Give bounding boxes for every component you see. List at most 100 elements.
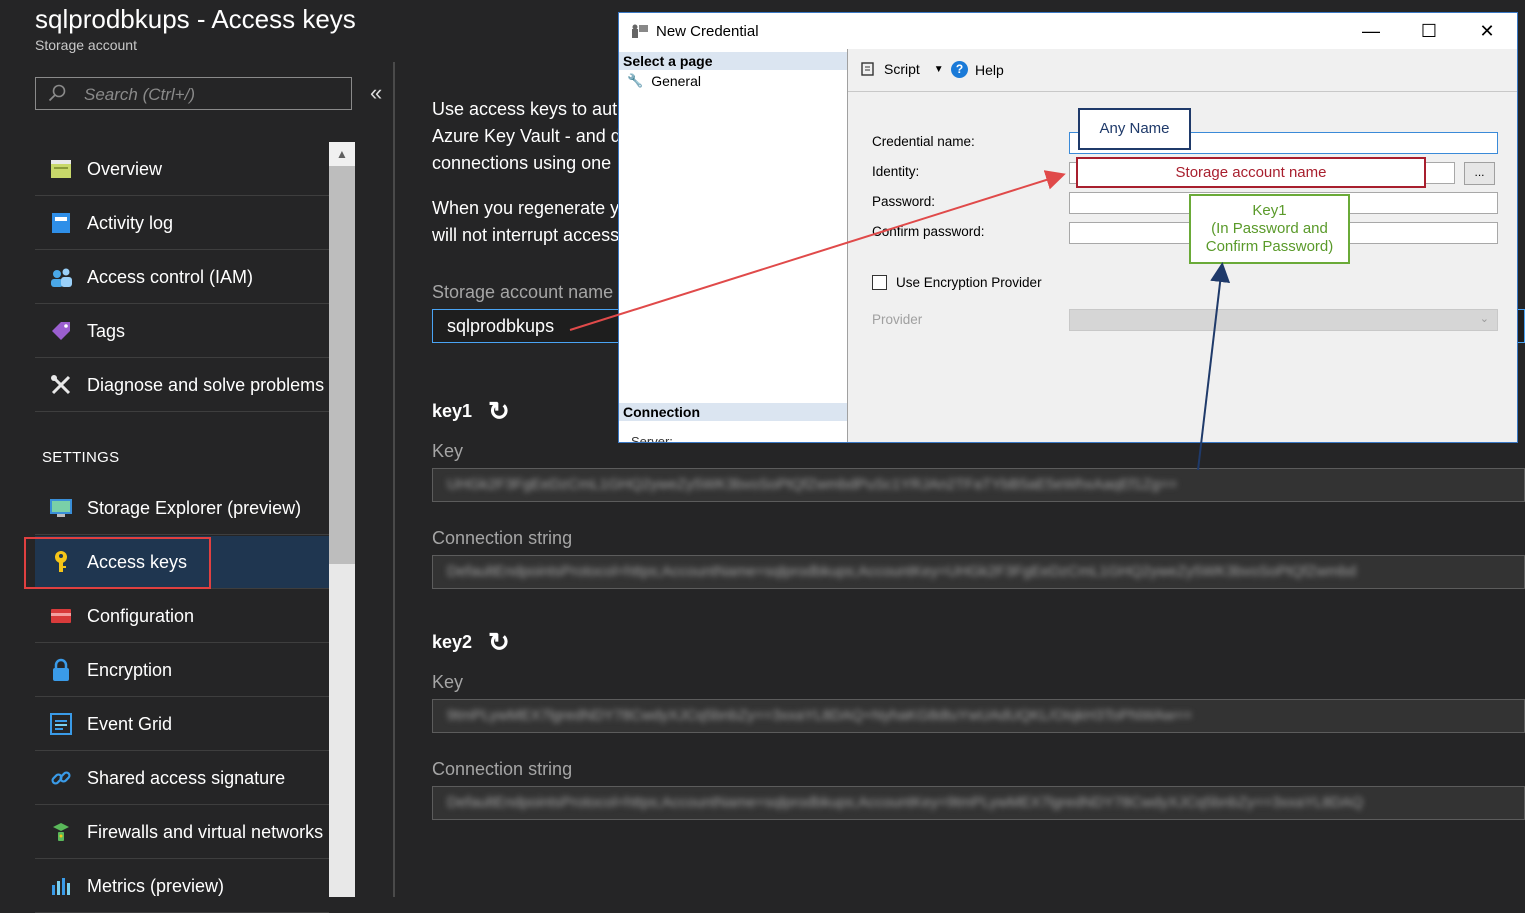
key1-connection-label: Connection string bbox=[432, 528, 573, 548]
key1-connection-field[interactable]: DefaultEndpointsProtocol=https;AccountNa… bbox=[432, 555, 1525, 589]
new-credential-dialog: New Credential — ☐ ✕ Select a page 🔧 Gen… bbox=[618, 12, 1518, 443]
nav-item-label: Activity log bbox=[87, 212, 174, 233]
provider-select[interactable]: ⌄ bbox=[1069, 309, 1498, 331]
confirm-password-label: Confirm password: bbox=[872, 224, 985, 239]
key2-title: key2 bbox=[432, 632, 473, 652]
scroll-up-arrow-icon[interactable]: ▲ bbox=[329, 142, 355, 166]
help-button[interactable]: ? Help bbox=[951, 61, 1004, 78]
key1-key-field[interactable]: UHGk2F3FgEeDzCmL1GHQ2yweZy5WK3bvoSoPtQfZ… bbox=[432, 468, 1525, 502]
configuration-icon bbox=[49, 604, 73, 628]
maximize-button[interactable]: ☐ bbox=[1409, 17, 1449, 45]
nav-item-label: Metrics (preview) bbox=[87, 875, 225, 896]
dialog-title: New Credential bbox=[656, 23, 759, 40]
key1-title: key1 bbox=[432, 401, 473, 421]
script-icon bbox=[861, 62, 874, 76]
nav-item-iam[interactable]: Access control (IAM) bbox=[35, 251, 329, 304]
refresh-key1-icon[interactable]: ↻ bbox=[488, 396, 510, 427]
select-page-header: Select a page bbox=[619, 52, 847, 70]
overview-icon bbox=[49, 157, 73, 181]
wrench-icon bbox=[49, 373, 73, 397]
nav-item-label: Event Grid bbox=[87, 713, 173, 734]
nav-item-shared-access-signature[interactable]: Shared access signature bbox=[35, 752, 329, 805]
chevron-down-icon: ⌄ bbox=[1479, 313, 1489, 325]
wrench-page-icon: 🔧 bbox=[627, 73, 644, 88]
checkbox-box[interactable] bbox=[872, 275, 887, 290]
use-encryption-checkbox[interactable]: Use Encryption Provider bbox=[872, 275, 1042, 290]
firewall-icon bbox=[49, 820, 73, 844]
nav-item-metrics[interactable]: Metrics (preview) bbox=[35, 860, 329, 913]
annotation-key1-line1: Key1 bbox=[1252, 202, 1287, 219]
key1-key-label: Key bbox=[432, 441, 464, 461]
nav-item-label: Encryption bbox=[87, 659, 173, 680]
key1-heading: key1 ↻ bbox=[432, 396, 510, 427]
script-button[interactable]: Script ▼ bbox=[860, 61, 944, 77]
nav-item-overview[interactable]: Overview bbox=[35, 143, 329, 196]
close-button[interactable]: ✕ bbox=[1467, 17, 1507, 45]
key2-key-field[interactable]: 9tmPLywMEX7lgredNDY78CwdyXJCq5bnbZy==3xx… bbox=[432, 699, 1525, 733]
minimize-button[interactable]: — bbox=[1351, 17, 1391, 45]
dialog-titlebar[interactable]: New Credential — ☐ ✕ bbox=[619, 13, 1517, 49]
nav-item-firewalls[interactable]: Firewalls and virtual networks bbox=[35, 806, 329, 859]
metrics-icon bbox=[49, 874, 73, 898]
annotation-any-name: Any Name bbox=[1078, 108, 1191, 150]
identity-label: Identity: bbox=[872, 164, 920, 179]
event-grid-icon bbox=[49, 712, 73, 736]
dialog-page-selector: Select a page 🔧 General Connection Serve… bbox=[619, 49, 848, 442]
nav-item-label: Access control (IAM) bbox=[87, 266, 254, 287]
script-label: Script bbox=[884, 61, 920, 77]
nav-item-label: Configuration bbox=[87, 605, 195, 626]
nav-item-event-grid[interactable]: Event Grid bbox=[35, 698, 329, 751]
regenerate-line-1: When you regenerate y bbox=[432, 198, 620, 218]
key2-connection-label: Connection string bbox=[432, 759, 573, 779]
storage-explorer-icon bbox=[49, 496, 73, 520]
page-general-label: General bbox=[651, 73, 701, 89]
credential-name-label: Credential name: bbox=[872, 134, 975, 149]
page-general[interactable]: 🔧 General bbox=[627, 73, 701, 89]
key2-connection-field[interactable]: DefaultEndpointsProtocol=https;AccountNa… bbox=[432, 786, 1525, 820]
credential-app-icon bbox=[632, 24, 648, 38]
access-keys-highlight-box bbox=[24, 537, 211, 589]
nav-item-diagnose[interactable]: Diagnose and solve problems bbox=[35, 359, 329, 412]
identity-browse-button[interactable]: ... bbox=[1464, 162, 1495, 185]
use-encryption-label: Use Encryption Provider bbox=[896, 275, 1042, 290]
lock-icon bbox=[49, 658, 73, 682]
nav-item-label: Shared access signature bbox=[87, 767, 286, 788]
key2-heading: key2 ↻ bbox=[432, 627, 510, 658]
nav-item-label: Tags bbox=[87, 320, 126, 341]
nav-item-tags[interactable]: Tags bbox=[35, 305, 329, 358]
tag-icon bbox=[49, 319, 73, 343]
help-icon: ? bbox=[951, 61, 968, 78]
nav-item-label: Overview bbox=[87, 158, 163, 179]
key1-connection-value: DefaultEndpointsProtocol=https;AccountNa… bbox=[447, 563, 1357, 580]
key2-key-value: 9tmPLywMEX7lgredNDY78CwdyXJCq5bnbZy==3xx… bbox=[447, 707, 1193, 724]
password-label: Password: bbox=[872, 194, 936, 209]
provider-label: Provider bbox=[872, 312, 923, 327]
search-icon bbox=[48, 84, 66, 102]
blade-divider bbox=[393, 62, 395, 897]
refresh-key2-icon[interactable]: ↻ bbox=[488, 627, 510, 658]
nav-item-activity-log[interactable]: Activity log bbox=[35, 197, 329, 250]
activity-log-icon bbox=[49, 211, 73, 235]
help-label: Help bbox=[975, 61, 1004, 78]
connection-header: Connection bbox=[619, 403, 847, 421]
nav-item-storage-explorer[interactable]: Storage Explorer (preview) bbox=[35, 482, 329, 535]
description-line-1: Use access keys to auth bbox=[432, 99, 628, 119]
page-subtitle: Storage account bbox=[35, 37, 137, 53]
search-placeholder: Search (Ctrl+/) bbox=[84, 85, 195, 104]
annotation-key1-line3: Confirm Password) bbox=[1205, 238, 1334, 255]
settings-section-header: SETTINGS bbox=[42, 449, 120, 466]
search-input[interactable]: Search (Ctrl+/) bbox=[35, 77, 352, 110]
key2-connection-value: DefaultEndpointsProtocol=https;AccountNa… bbox=[447, 794, 1364, 811]
iam-icon bbox=[49, 265, 73, 289]
nav-item-configuration[interactable]: Configuration bbox=[35, 590, 329, 643]
nav-item-label: Diagnose and solve problems bbox=[87, 374, 325, 395]
description-line-2: Azure Key Vault - and d bbox=[432, 126, 621, 146]
collapse-menu-button[interactable]: « bbox=[370, 80, 382, 106]
dialog-toolbar: Script ▼ ? Help bbox=[848, 49, 1517, 92]
script-dropdown-icon[interactable]: ▼ bbox=[934, 64, 944, 75]
link-icon bbox=[49, 766, 73, 790]
annotation-key1-line2: (In Password and bbox=[1211, 220, 1328, 237]
page-title: sqlprodbkups - Access keys bbox=[35, 4, 356, 34]
nav-scrollbar-thumb[interactable] bbox=[329, 166, 355, 564]
nav-item-encryption[interactable]: Encryption bbox=[35, 644, 329, 697]
